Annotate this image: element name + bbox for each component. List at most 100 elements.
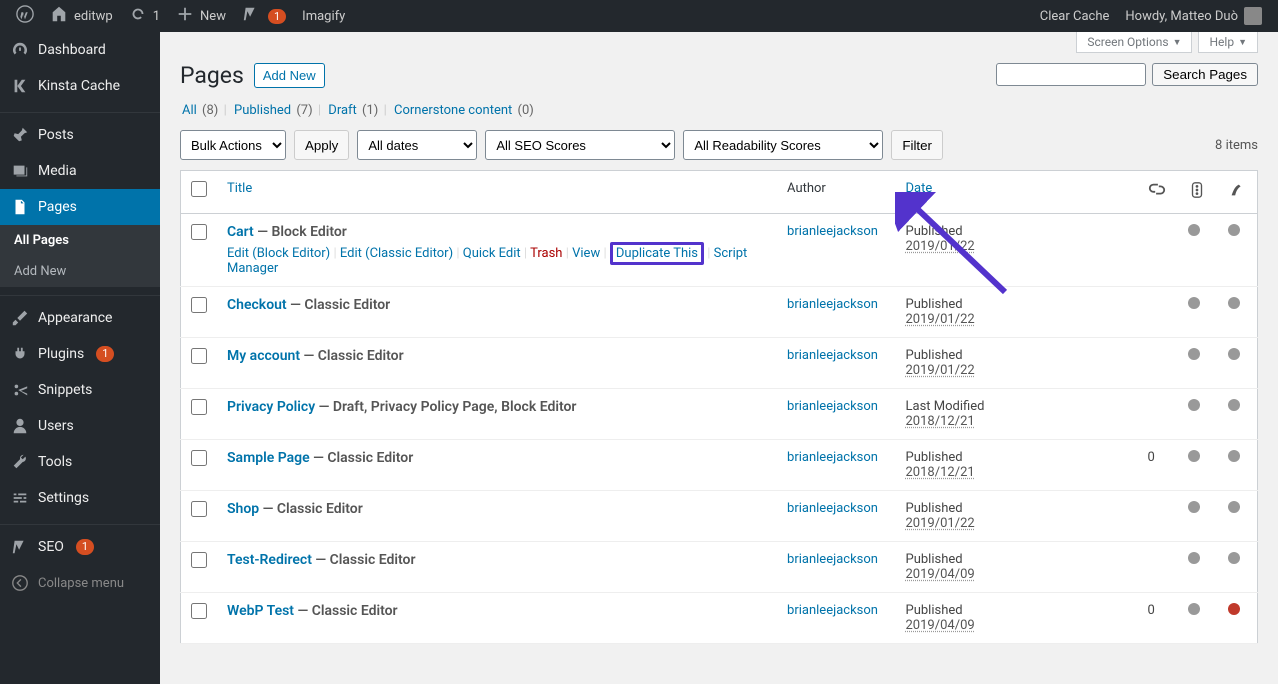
seo-dot (1188, 348, 1200, 360)
edit-classic-link[interactable]: Edit (Classic Editor) (340, 246, 453, 261)
author-link[interactable]: brianleejackson (787, 399, 878, 414)
seo-score-select[interactable]: All SEO Scores (485, 130, 675, 160)
menu-pages[interactable]: Pages (0, 189, 160, 225)
page-title-link[interactable]: Checkout (227, 297, 287, 313)
view-published[interactable]: Published (234, 103, 291, 118)
menu-posts[interactable]: Posts (0, 117, 160, 153)
pin-icon (10, 125, 30, 145)
page-title-link[interactable]: Test-Redirect (227, 552, 312, 568)
kinsta-icon (10, 76, 30, 96)
seo-dot (1188, 224, 1200, 236)
menu-plugins-label: Plugins (38, 346, 84, 362)
row-checkbox[interactable] (191, 224, 207, 240)
view-all[interactable]: All (182, 103, 197, 118)
updates-link[interactable]: 1 (121, 0, 168, 32)
trash-link[interactable]: Trash (530, 246, 562, 261)
menu-media[interactable]: Media (0, 153, 160, 189)
quick-edit-link[interactable]: Quick Edit (463, 246, 521, 261)
date-value: 2019/01/22 (906, 312, 975, 327)
screen-meta: Screen Options ▼ Help ▼ (1076, 32, 1258, 53)
author-link[interactable]: brianleejackson (787, 501, 878, 516)
avatar-icon (1244, 7, 1262, 25)
menu-plugins[interactable]: Plugins1 (0, 336, 160, 372)
duplicate-link[interactable]: Duplicate This (616, 246, 698, 261)
readability-select[interactable]: All Readability Scores (683, 130, 883, 160)
row-checkbox[interactable] (191, 603, 207, 619)
author-link[interactable]: brianleejackson (787, 224, 878, 239)
bulk-actions-select[interactable]: Bulk Actions (180, 130, 286, 160)
author-link[interactable]: brianleejackson (787, 552, 878, 567)
author-link[interactable]: brianleejackson (787, 450, 878, 465)
view-link[interactable]: View (572, 246, 600, 261)
date-value: 2019/01/22 (906, 363, 975, 378)
help-label: Help (1209, 35, 1234, 49)
view-draft[interactable]: Draft (328, 103, 357, 118)
table-row: Cart — Block Editor Edit (Block Editor) … (181, 214, 1258, 287)
author-link[interactable]: brianleejackson (787, 348, 878, 363)
imagify-link[interactable]: Imagify (294, 0, 353, 32)
menu-seo[interactable]: SEO1 (0, 529, 160, 565)
seo-dot (1188, 297, 1200, 309)
submenu-all-pages[interactable]: All Pages (0, 225, 160, 256)
page-title-link[interactable]: My account (227, 348, 300, 364)
row-checkbox[interactable] (191, 450, 207, 466)
view-cornerstone-count: (0) (518, 103, 534, 118)
wp-logo[interactable] (8, 0, 42, 32)
menu-appearance[interactable]: Appearance (0, 300, 160, 336)
page-title-link[interactable]: Privacy Policy (227, 399, 315, 415)
search-pages-button[interactable]: Search Pages (1152, 63, 1258, 86)
row-checkbox[interactable] (191, 399, 207, 415)
account-link[interactable]: Howdy, Matteo Duò (1117, 0, 1270, 32)
menu-pages-label: Pages (38, 199, 77, 215)
links-cell (1138, 338, 1178, 389)
col-title[interactable]: Title (227, 181, 252, 196)
menu-users[interactable]: Users (0, 408, 160, 444)
page-title-link[interactable]: Sample Page (227, 450, 310, 466)
apply-button[interactable]: Apply (294, 130, 349, 160)
page-title-link[interactable]: WebP Test (227, 603, 294, 619)
clear-cache-link[interactable]: Clear Cache (1032, 0, 1118, 32)
readability-dot (1228, 348, 1240, 360)
date-value: 2019/01/22 (906, 516, 975, 531)
col-date[interactable]: Date (906, 181, 933, 196)
row-title: Cart — Block Editor (227, 224, 767, 240)
site-name[interactable]: editwp (42, 0, 121, 32)
page-title-link[interactable]: Shop (227, 501, 259, 517)
row-checkbox[interactable] (191, 348, 207, 364)
filter-button[interactable]: Filter (891, 130, 943, 160)
main-content: Screen Options ▼ Help ▼ Pages Add New Se… (160, 32, 1278, 684)
menu-dashboard[interactable]: Dashboard (0, 32, 160, 68)
author-link[interactable]: brianleejackson (787, 603, 878, 618)
post-state: — Classic Editor (300, 348, 404, 364)
add-new-button[interactable]: Add New (254, 63, 325, 88)
menu-tools[interactable]: Tools (0, 444, 160, 480)
screen-options-tab[interactable]: Screen Options ▼ (1076, 32, 1192, 53)
search-input[interactable] (996, 63, 1146, 86)
row-checkbox[interactable] (191, 501, 207, 517)
menu-snippets[interactable]: Snippets (0, 372, 160, 408)
date-value: 2019/04/09 (906, 618, 975, 633)
edit-block-link[interactable]: Edit (Block Editor) (227, 246, 330, 261)
view-cornerstone[interactable]: Cornerstone content (394, 103, 512, 118)
help-tab[interactable]: Help ▼ (1198, 32, 1258, 53)
menu-settings[interactable]: Settings (0, 480, 160, 516)
media-icon (10, 161, 30, 181)
tablenav-top: Bulk Actions Apply All dates All SEO Sco… (180, 130, 1258, 160)
row-checkbox[interactable] (191, 552, 207, 568)
submenu-add-new-label: Add New (14, 264, 66, 279)
new-content[interactable]: New (168, 0, 234, 32)
menu-kinsta[interactable]: Kinsta Cache (0, 68, 160, 104)
row-title: Privacy Policy — Draft, Privacy Policy P… (227, 399, 767, 415)
date-label: Published (906, 501, 963, 516)
submenu-add-new[interactable]: Add New (0, 256, 160, 287)
select-all-checkbox[interactable] (191, 181, 207, 197)
row-title: Sample Page — Classic Editor (227, 450, 767, 466)
page-title-link[interactable]: Cart (227, 224, 254, 240)
yoast-link[interactable]: 1 (234, 0, 294, 32)
view-filters: All (8) | Published (7) | Draft (1) | Co… (180, 103, 1258, 118)
row-checkbox[interactable] (191, 297, 207, 313)
author-link[interactable]: brianleejackson (787, 297, 878, 312)
seo-dot (1188, 552, 1200, 564)
collapse-menu[interactable]: Collapse menu (0, 565, 160, 601)
date-filter-select[interactable]: All dates (357, 130, 477, 160)
